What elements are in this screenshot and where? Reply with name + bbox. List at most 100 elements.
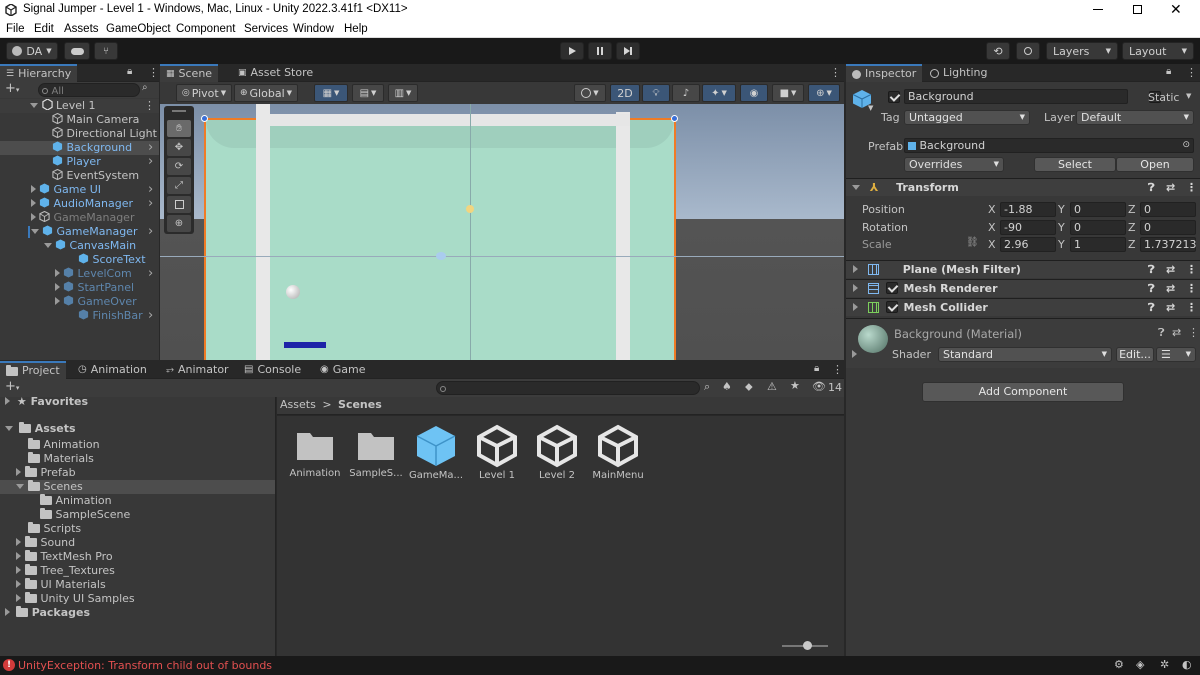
player-ball[interactable] xyxy=(286,285,300,299)
help-icon[interactable]: ❓︎ xyxy=(1158,326,1165,340)
more-menu-icon[interactable]: ⋮ xyxy=(1186,280,1197,298)
pause-button[interactable] xyxy=(588,42,612,60)
constrain-proportions-icon[interactable]: ⛓︎ xyxy=(966,237,979,248)
expand-icon[interactable] xyxy=(55,297,60,305)
tab-scene[interactable]: ▦ Scene xyxy=(160,64,219,82)
expand-icon[interactable] xyxy=(55,283,60,291)
expand-icon[interactable] xyxy=(31,199,36,207)
finish-bar[interactable] xyxy=(284,342,326,348)
expand-icon[interactable] xyxy=(44,243,52,248)
static-dropdown-icon[interactable]: ▼ xyxy=(1186,92,1191,100)
draw-mode-dropdown[interactable]: ▼ xyxy=(574,84,606,102)
expand-icon[interactable] xyxy=(16,484,24,489)
gizmos-dropdown[interactable]: ⊕ ▼ xyxy=(808,84,840,102)
help-icon[interactable]: ❓︎ xyxy=(1148,179,1155,197)
preset-icon[interactable]: ⇄ xyxy=(1166,299,1175,317)
help-icon[interactable]: ❓︎ xyxy=(1148,299,1155,317)
position-z-field[interactable]: 0 xyxy=(1140,202,1196,217)
project-folder-item[interactable]: Animation xyxy=(0,438,275,452)
position-x-field[interactable]: -1.88 xyxy=(1000,202,1056,217)
mesh-collider-enabled-checkbox[interactable] xyxy=(885,301,898,313)
layers-dropdown[interactable]: Layers ▼ xyxy=(1046,42,1118,60)
open-prefab-icon[interactable]: › xyxy=(148,225,153,239)
menu-services[interactable]: Services xyxy=(244,23,288,35)
expand-icon[interactable] xyxy=(853,265,858,273)
project-folder-item[interactable]: Scenes xyxy=(0,480,275,494)
expand-icon[interactable] xyxy=(16,594,21,602)
hand-tool-button[interactable]: ✋︎ xyxy=(167,120,191,137)
tab-project[interactable]: Project xyxy=(0,361,66,379)
hierarchy-item[interactable]: Background › xyxy=(0,141,159,155)
more-menu-icon[interactable]: ⋮ xyxy=(1188,326,1199,339)
scale-y-field[interactable]: 1 xyxy=(1070,237,1126,252)
undo-history-button[interactable]: ⟲ xyxy=(986,42,1010,60)
expand-icon[interactable] xyxy=(5,608,10,616)
open-prefab-icon[interactable]: › xyxy=(148,309,153,323)
menu-assets[interactable]: Assets xyxy=(64,23,99,35)
axis-label-y[interactable]: Y xyxy=(1058,238,1065,251)
layer-dropdown[interactable]: Default ▼ xyxy=(1076,110,1194,125)
expand-icon[interactable] xyxy=(5,426,13,431)
asset-item[interactable]: Level 2 xyxy=(527,420,587,481)
open-prefab-icon[interactable]: › xyxy=(148,155,153,169)
edit-shader-button[interactable]: Edit... xyxy=(1116,347,1154,362)
menu-gameobject[interactable]: GameObject xyxy=(106,23,171,35)
axis-label-z[interactable]: Z xyxy=(1128,221,1136,234)
hierarchy-item[interactable]: GameManager xyxy=(0,211,159,225)
help-icon[interactable]: ❓︎ xyxy=(1148,280,1155,298)
mesh-collider-header[interactable]: Mesh Collider ❓︎ ⇄ ⋮ xyxy=(846,298,1200,316)
project-search-input[interactable] xyxy=(436,381,700,395)
expand-icon[interactable] xyxy=(55,269,60,277)
lock-icon[interactable]: 🔒︎ xyxy=(814,363,819,374)
hierarchy-item[interactable]: Directional Light xyxy=(0,127,159,141)
expand-icon[interactable] xyxy=(16,538,21,546)
project-folder-item[interactable]: Sound xyxy=(0,536,275,550)
expand-icon[interactable] xyxy=(31,185,36,193)
audio-toggle[interactable]: ♪ xyxy=(672,84,700,102)
hierarchy-item[interactable]: Player › xyxy=(0,155,159,169)
expand-icon[interactable] xyxy=(31,213,36,221)
project-folder-item[interactable]: Unity UI Samples xyxy=(0,592,275,606)
object-name-input[interactable]: Background xyxy=(904,89,1128,104)
add-component-button[interactable]: Add Component xyxy=(922,382,1124,402)
layout-dropdown[interactable]: Layout ▼ xyxy=(1122,42,1194,60)
selection-handle-left[interactable] xyxy=(201,115,208,122)
lock-icon[interactable]: 🔒︎ xyxy=(127,66,132,77)
project-folder-item[interactable]: UI Materials xyxy=(0,578,275,592)
selection-handle-right[interactable] xyxy=(671,115,678,122)
step-button[interactable] xyxy=(616,42,640,60)
more-menu-icon[interactable]: ⋮ xyxy=(1186,261,1197,279)
more-menu-icon[interactable]: ⋮ xyxy=(830,66,841,79)
open-button[interactable]: Open xyxy=(1116,157,1194,172)
project-folder-item[interactable]: Scripts xyxy=(0,522,275,536)
tag-dropdown[interactable]: Untagged ▼ xyxy=(904,110,1030,125)
more-menu-icon[interactable]: ⋮ xyxy=(148,66,159,79)
hierarchy-item[interactable]: GameManager › xyxy=(0,225,159,239)
shader-options-dropdown[interactable]: ☰ ▼ xyxy=(1156,347,1196,362)
error-icon[interactable]: ! xyxy=(3,659,15,671)
tab-console[interactable]: ▤ Console xyxy=(238,361,307,379)
project-folder-item[interactable]: SampleScene xyxy=(0,508,275,522)
ruler-button[interactable]: ▥ ▼ xyxy=(388,84,418,102)
mesh-renderer-header[interactable]: Mesh Renderer ❓︎ ⇄ ⋮ xyxy=(846,279,1200,297)
preset-icon[interactable]: ⇄ xyxy=(1166,179,1175,197)
axis-label-y[interactable]: Y xyxy=(1058,221,1065,234)
menu-edit[interactable]: Edit xyxy=(34,23,54,35)
effects-dropdown[interactable]: ✦ ▼ xyxy=(702,84,736,102)
zoom-slider[interactable] xyxy=(782,641,828,650)
prefab-field[interactable]: Background ⊙ xyxy=(904,138,1194,153)
cloud-button[interactable] xyxy=(64,42,90,60)
rotate-tool-button[interactable]: ⟳ xyxy=(167,158,191,175)
menu-component[interactable]: Component xyxy=(176,23,235,35)
favorites-row[interactable]: ★ Favorites xyxy=(0,395,275,409)
debug-icon[interactable]: ✲ xyxy=(1160,658,1169,671)
project-folder-item[interactable]: Prefab xyxy=(0,466,275,480)
tab-animator[interactable]: ⥅ Animator xyxy=(160,361,235,379)
rotation-x-field[interactable]: -90 xyxy=(1000,220,1056,235)
hierarchy-item[interactable]: ScoreText xyxy=(0,253,159,267)
hierarchy-item[interactable]: AudioManager › xyxy=(0,197,159,211)
tab-game[interactable]: ◉ Game xyxy=(314,361,371,379)
filter-type-icon[interactable]: ♠ xyxy=(722,380,732,393)
axis-label-x[interactable]: X xyxy=(988,221,996,234)
minimize-button[interactable] xyxy=(1093,9,1103,10)
